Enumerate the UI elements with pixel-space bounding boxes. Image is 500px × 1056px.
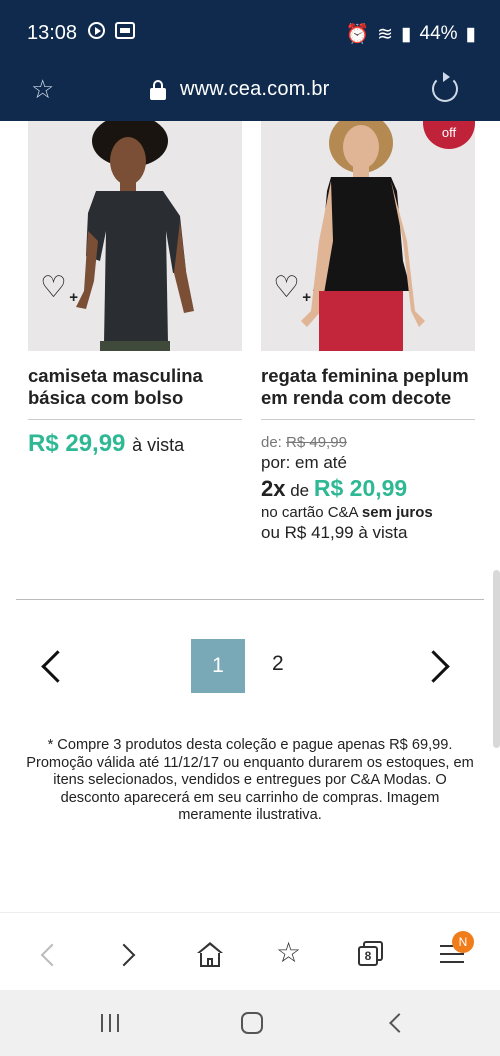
product-title-line2: básica com bolso <box>28 387 184 408</box>
installment-de: de <box>290 481 310 500</box>
wishlist-add-icon[interactable]: ♡ + <box>273 273 311 306</box>
product-title-line1: regata feminina peplum <box>261 365 469 386</box>
from-label: de: <box>261 434 282 451</box>
battery-percent: 44% <box>419 23 458 44</box>
product-price-block: de: R$ 49,99 por: em até 2x de R$ 20,99 … <box>261 432 433 543</box>
product-title[interactable]: regata feminina peplum em renda com deco… <box>261 365 475 413</box>
installments-count: 2x <box>261 476 286 501</box>
cash-price: ou R$ 41,99 à vista <box>261 523 408 542</box>
menu-icon[interactable]: N <box>440 931 474 967</box>
original-price-row: de: R$ 49,99 <box>261 434 433 451</box>
url-bar[interactable]: ☆ www.cea.com.br <box>0 64 500 121</box>
home-icon[interactable] <box>196 941 226 971</box>
signal-icon: ▮ <box>401 23 412 45</box>
card-row: no cartão C&A sem juros <box>261 504 433 521</box>
wishlist-add-icon[interactable]: ♡ + <box>40 273 78 306</box>
installment-row: 2x de R$ 20,99 <box>261 475 433 502</box>
system-icons: ⏰ ≋ ▮ 44% ▮ <box>345 22 476 46</box>
por-label: por: em até <box>261 453 347 472</box>
browser-header: 13:08 ⏰ ≋ ▮ 44% ▮ ☆ www.cea.com.br <box>0 0 500 121</box>
alarm-icon: ⏰ <box>345 24 370 45</box>
product-card[interactable]: off ♡ + regata feminina peplum em renda c… <box>261 121 475 420</box>
section-divider <box>16 599 484 600</box>
next-page-button[interactable] <box>424 648 450 684</box>
url-text[interactable]: www.cea.com.br <box>180 78 330 101</box>
wifi-icon: ≋ <box>377 23 394 45</box>
product-image[interactable]: off ♡ + <box>261 121 475 351</box>
reload-icon[interactable] <box>432 72 458 102</box>
status-time: 13:08 <box>27 22 78 44</box>
status-bar: 13:08 ⏰ ≋ ▮ 44% ▮ <box>0 0 500 64</box>
installment-price: R$ 20,99 <box>313 475 408 501</box>
price-suffix: à vista <box>132 435 185 455</box>
product-photo-man <box>28 121 242 351</box>
bookmarks-icon[interactable]: ☆ <box>276 939 306 969</box>
product-card[interactable]: ♡ + camiseta masculina básica com bolso <box>28 121 242 420</box>
prev-page-button[interactable] <box>38 648 64 684</box>
page-current[interactable]: 1 <box>191 639 245 693</box>
system-nav-bar <box>0 990 500 1056</box>
product-photo-woman <box>261 121 475 351</box>
card-bold: sem juros <box>361 504 433 521</box>
promo-disclaimer: * Compre 3 produtos desta coleção e pagu… <box>26 737 474 823</box>
battery-icon: ▮ <box>465 23 476 45</box>
back-icon[interactable] <box>36 941 66 971</box>
system-back-icon[interactable] <box>388 1014 402 1028</box>
product-title-line2: em renda com decote <box>261 387 452 408</box>
recent-apps-icon[interactable] <box>101 1014 119 1032</box>
old-price: R$ 49,99 <box>286 434 347 451</box>
page-link[interactable]: 2 <box>272 652 284 676</box>
tabs-count: 8 <box>358 946 378 966</box>
card-text: no cartão C&A <box>261 504 358 521</box>
forward-icon[interactable] <box>114 941 144 971</box>
menu-badge: N <box>452 931 474 953</box>
divider <box>28 419 242 420</box>
product-image[interactable]: ♡ + <box>28 121 242 351</box>
product-title[interactable]: camiseta masculina básica com bolso <box>28 365 242 413</box>
scrollbar[interactable] <box>493 570 500 748</box>
tabs-icon[interactable]: 8 <box>357 941 387 971</box>
home-button-icon[interactable] <box>241 1012 263 1034</box>
play-icon <box>88 22 105 39</box>
notification-icons <box>88 22 135 39</box>
product-title-line1: camiseta masculina <box>28 365 203 386</box>
divider <box>261 419 475 420</box>
product-price: R$ 29,99 à vista <box>28 430 184 458</box>
bookmark-star-icon[interactable]: ☆ <box>31 74 54 105</box>
app-notification-icon <box>115 22 135 39</box>
lock-icon[interactable] <box>150 80 166 100</box>
browser-toolbar: ☆ 8 N <box>0 912 500 990</box>
price-value: R$ 29,99 <box>28 430 126 457</box>
